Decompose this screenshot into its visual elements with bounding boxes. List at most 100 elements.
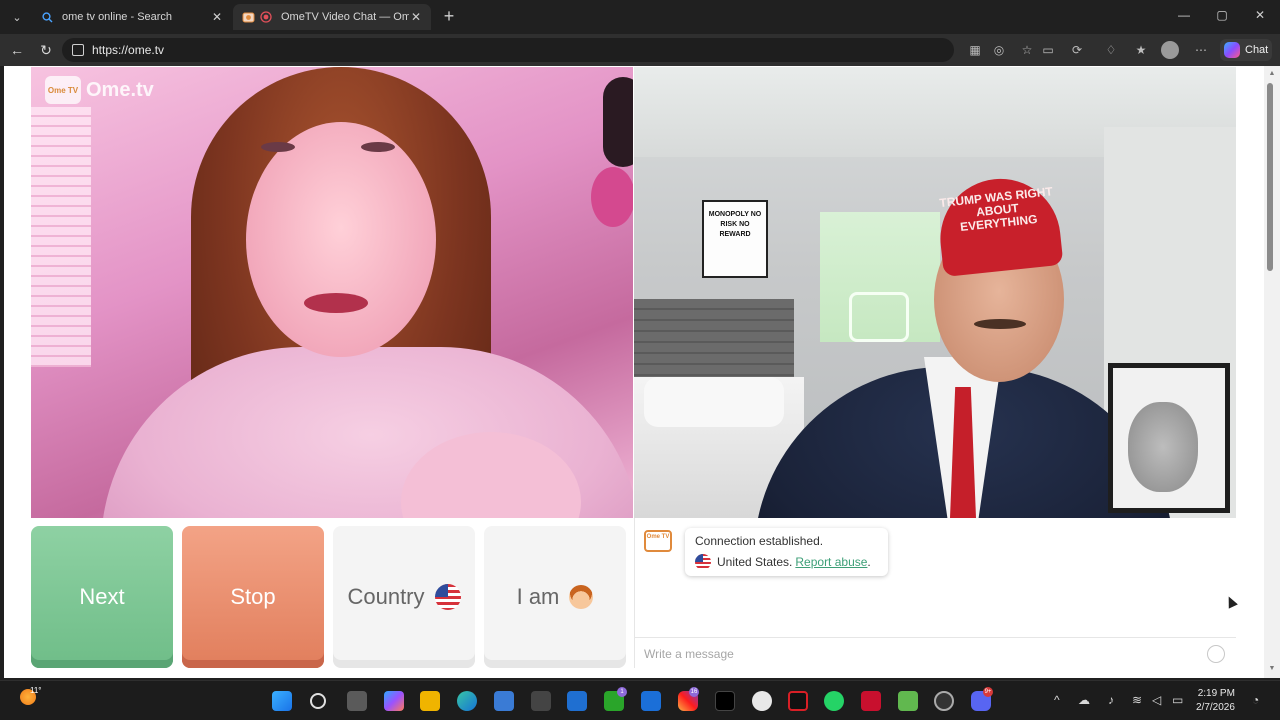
extensions-icon[interactable]: ⟳ [1070,43,1084,57]
connection-status: Connection established. [695,534,824,548]
browser-essentials-icon[interactable]: ♢ [1104,43,1118,57]
next-button[interactable]: Next [31,526,173,668]
profile-avatar[interactable] [1161,41,1179,59]
boy-emoji-icon [569,585,594,609]
netflix-icon[interactable] [788,691,808,711]
logo-badge: Ome TV [45,76,81,104]
wifi-icon[interactable]: ≋ [1132,693,1142,707]
maximize-button[interactable]: ▢ [1212,8,1232,22]
tab-actions-menu-icon[interactable]: ⌄ [6,7,28,27]
chatgpt-icon[interactable] [752,691,772,711]
more-menu-icon[interactable]: ⋯ [1194,43,1208,57]
notification-bell-icon[interactable]: ◔ [1252,693,1259,707]
ometv-icon [241,10,255,24]
system-clock[interactable]: 2:19 PM 2/7/2026 [1196,687,1235,715]
us-flag-icon [434,584,461,610]
instagram-badge: 16 [689,687,699,697]
whatsapp-icon[interactable] [824,691,844,711]
stop-button[interactable]: Stop [182,526,324,668]
copilot-chat-button[interactable]: Chat [1220,39,1272,61]
url-text: https://ome.tv [92,43,165,57]
report-abuse-link[interactable]: Report abuse [795,555,867,569]
close-tab-icon[interactable]: ✕ [210,10,224,24]
microphone-icon[interactable]: ♪ [1108,693,1114,707]
face [246,122,436,357]
message-input[interactable] [644,645,1194,663]
store-icon[interactable] [494,691,514,711]
edge-icon[interactable] [457,691,477,711]
clock-date: 2/7/2026 [1196,702,1235,713]
next-label: Next [79,584,125,609]
report-suffix: . [867,555,871,569]
tab-search[interactable]: ome tv online - Search ✕ [32,4,232,30]
file-explorer-icon[interactable] [420,691,440,711]
xbox-badge: 1 [617,687,627,697]
tab-ometv[interactable]: OmeTV Video Chat — Omegl ✕ [233,4,431,30]
address-bar[interactable]: https://ome.tv [62,38,954,62]
portrait [1128,402,1198,492]
onedrive-icon[interactable]: ☁ [1078,693,1090,707]
emoji-icon[interactable] [1207,645,1225,663]
tracking-prevention-icon[interactable]: ◎ [992,43,1006,57]
us-flag-icon [695,554,711,570]
back-icon[interactable]: ← [7,41,27,59]
favorite-star-icon[interactable]: ☆ [1020,43,1034,57]
logo-text: Ome.tv [86,78,154,101]
stranger-video: MONOPOLY NO RISK NO REWARD TRUMP WAS RIG… [634,67,1236,518]
battery-icon[interactable]: ▭ [1172,693,1183,707]
stranger-country: United States. [717,555,793,569]
ometv-logo[interactable]: Ome TV Ome.tv [45,76,154,104]
outlook-icon[interactable] [641,691,661,711]
scroll-down-icon[interactable]: ▼ [1265,663,1279,675]
system-message: Connection established. United States. R… [685,528,888,576]
app-cube-icon[interactable] [531,691,551,711]
ometv-chat-icon: Ome TV [644,530,672,552]
copilot-icon [1224,42,1240,58]
moustache [974,319,1026,329]
scroll-thumb[interactable] [1267,83,1273,271]
browser-toolbar: ← ↻ https://ome.tv ▦ ◎ ☆ ▭ ⟳ ♢ ★ ⋯ Chat [0,34,1280,66]
camera-in-use-icon[interactable]: ▭ [1041,43,1055,57]
utorrent-icon[interactable] [898,691,918,711]
monopoly-poster: MONOPOLY NO RISK NO REWARD [702,200,768,278]
minimize-button[interactable]: — [1174,8,1194,22]
i-am-label: I am [516,584,560,609]
hexagon-light [849,292,909,342]
country-button[interactable]: Country [333,526,475,668]
site-info-icon[interactable] [72,44,84,56]
search-icon [40,10,54,24]
search-icon[interactable] [310,693,326,709]
copilot-icon[interactable] [384,691,404,711]
obs-icon[interactable] [934,691,954,711]
recording-icon [259,10,273,24]
espn-icon[interactable] [861,691,881,711]
close-tab-icon[interactable]: ✕ [409,10,423,24]
start-icon[interactable] [272,691,292,711]
scroll-up-icon[interactable]: ▲ [1265,68,1279,80]
app-available-icon[interactable]: ▦ [968,43,982,57]
refresh-icon[interactable]: ↻ [36,41,56,59]
pillow [644,377,784,427]
show-hidden-icons-icon[interactable]: ^ [1054,693,1060,707]
favorites-icon[interactable]: ★ [1134,43,1148,57]
windows-taskbar: 11° 1 16 9+ ^ ☁ ♪ ≋ ◁ ▭ 2:19 PM 2/7/2026… [0,680,1280,720]
new-tab-button[interactable]: + [439,6,459,26]
stop-label: Stop [230,584,276,609]
local-video [31,67,633,518]
tiktok-icon[interactable] [715,691,735,711]
eye [261,142,295,152]
tab-title: OmeTV Video Chat — Omegl [281,11,409,23]
task-view-icon[interactable] [347,691,367,711]
country-label: Country [347,584,425,609]
i-am-button[interactable]: I am [484,526,626,668]
remote-desktop-icon[interactable] [567,691,587,711]
chat-label: Chat [1245,44,1269,56]
eye [361,142,395,152]
volume-icon[interactable]: ◁ [1152,693,1161,707]
headboard [634,299,794,389]
window-blinds [31,107,91,367]
divider [634,637,1236,638]
close-window-button[interactable]: ✕ [1250,8,1270,22]
clock-time: 2:19 PM [1197,688,1235,699]
hanging-clothes [591,167,633,227]
